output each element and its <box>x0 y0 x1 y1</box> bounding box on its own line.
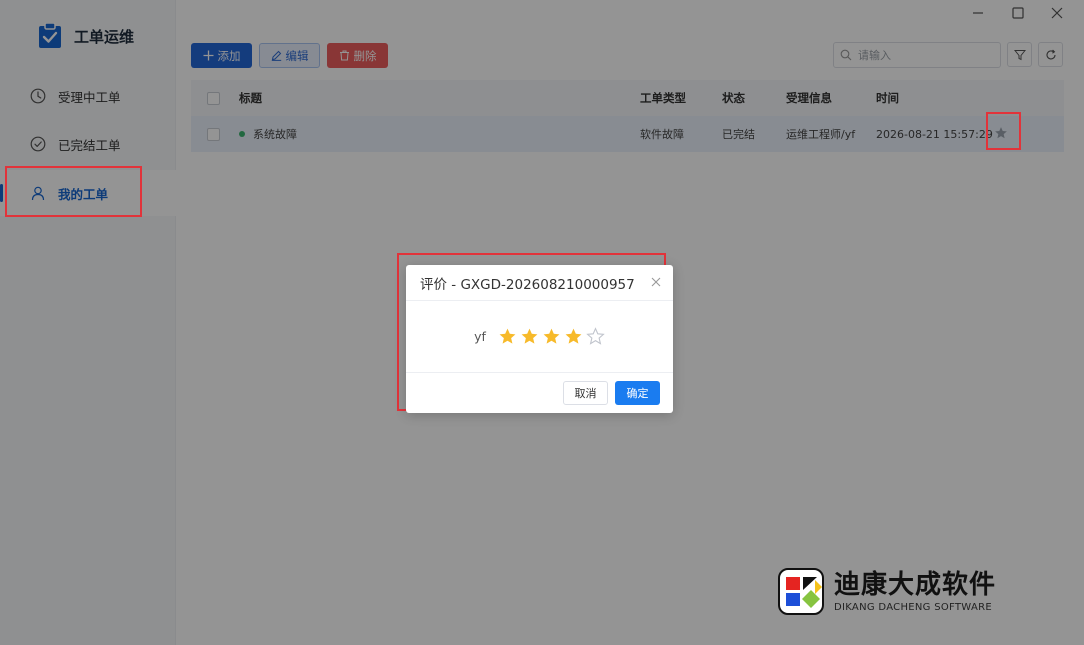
rated-user: yf <box>474 329 486 344</box>
confirm-button[interactable]: 确定 <box>615 381 660 405</box>
close-icon <box>651 277 661 287</box>
logo-text: 迪康大成软件 DIKANG DACHENG SOFTWARE <box>834 570 996 614</box>
company-logo: 迪康大成软件 DIKANG DACHENG SOFTWARE <box>778 568 996 615</box>
star-filled-icon[interactable] <box>564 327 583 346</box>
star-filled-icon[interactable] <box>520 327 539 346</box>
dialog-close-button[interactable] <box>649 275 663 289</box>
cancel-button[interactable]: 取消 <box>563 381 608 405</box>
app-window: 工单运维 受理中工单 已完结工单 我的工单 添加 编辑 删除 请输入 标题 工单… <box>0 0 1084 645</box>
rating-dialog: 评价 - GXGD-202608210000957 yf 取消 确定 <box>406 265 673 413</box>
star-rating[interactable] <box>498 327 605 346</box>
dialog-header: 评价 - GXGD-202608210000957 <box>406 265 673 301</box>
dialog-title: 评价 - GXGD-202608210000957 <box>420 276 635 293</box>
star-filled-icon[interactable] <box>498 327 517 346</box>
logo-name-cn: 迪康大成软件 <box>834 569 997 600</box>
star-empty-icon[interactable] <box>586 327 605 346</box>
company-logo-icon <box>778 568 824 615</box>
star-filled-icon[interactable] <box>542 327 561 346</box>
logo-name-en: DIKANG DACHENG SOFTWARE <box>834 601 992 613</box>
dialog-footer: 取消 确定 <box>406 373 673 413</box>
dialog-body: yf <box>406 301 673 373</box>
